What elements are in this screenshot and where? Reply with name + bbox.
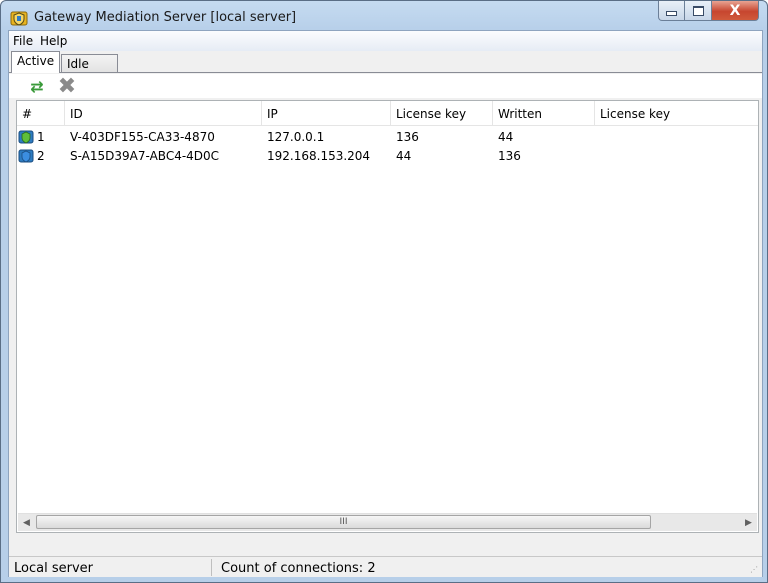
menu-help[interactable]: Help [40,34,67,48]
cell-license-key-2 [595,128,600,147]
row-number: 1 [37,130,45,144]
tab-active[interactable]: Active [11,51,61,73]
close-icon: X [729,2,741,19]
tab-idle[interactable]: Idle [61,54,118,72]
minimize-button[interactable] [658,1,685,21]
column-header-id[interactable]: ID [65,101,262,125]
column-header-license-key-2[interactable]: License key [595,101,758,125]
cell-license-key: 44 [396,149,412,163]
app-window: Gateway Mediation Server [local server] … [0,0,768,583]
toolbar: ⇄ ✖ [9,74,762,99]
cell-license-key: 136 [396,130,419,144]
window-title: Gateway Mediation Server [local server] [34,10,297,25]
row-number: 2 [37,149,45,163]
status-server: Local server [9,559,212,576]
tab-strip: Active Idle [9,51,762,73]
cell-ip: 192.168.153.204 [267,149,371,163]
status-bar: Local server Count of connections: 2 ⋰ [9,556,762,577]
column-header-ip[interactable]: IP [262,101,391,125]
connection-icon [18,130,34,144]
table-row[interactable]: 1 V-403DF155-CA33-4870 127.0.0.1 136 44 [17,128,758,147]
connection-icon [18,149,34,163]
close-button[interactable]: X [712,1,759,21]
client-area: File Help Active Idle ⇄ ✖ # ID IP Licens… [8,30,763,577]
cell-license-key-2 [595,147,600,166]
horizontal-scrollbar[interactable]: ◀ III ▶ [18,513,757,531]
resize-grip-icon[interactable]: ⋰ [750,565,760,575]
maximize-icon [692,5,704,16]
table-row[interactable]: 2 S-A15D39A7-ABC4-4D0C 192.168.153.204 4… [17,147,758,166]
status-connections: Count of connections: 2 [221,561,376,576]
connections-table: # ID IP License key Written License key … [16,100,759,533]
scroll-thumb[interactable]: III [36,515,651,529]
menu-bar: File Help [9,31,762,51]
tab-divider [9,72,762,73]
delete-icon[interactable]: ✖ [57,74,77,99]
column-header-number[interactable]: # [17,101,65,125]
cell-id: S-A15D39A7-ABC4-4D0C [70,149,220,163]
scroll-left-icon[interactable]: ◀ [18,514,35,531]
cell-ip: 127.0.0.1 [267,130,325,144]
cell-written: 136 [498,149,521,163]
cell-id: V-403DF155-CA33-4870 [70,130,215,144]
shield-app-icon [10,11,28,26]
cell-written: 44 [498,130,514,144]
window-controls: X [658,1,759,23]
scroll-right-icon[interactable]: ▶ [740,514,757,531]
table-header: # ID IP License key Written License key [17,101,758,126]
minimize-icon [666,11,677,16]
maximize-button[interactable] [685,1,712,21]
column-header-license-key[interactable]: License key [391,101,493,125]
menu-file[interactable]: File [13,34,33,48]
refresh-icon[interactable]: ⇄ [27,76,47,96]
column-header-written[interactable]: Written [493,101,595,125]
